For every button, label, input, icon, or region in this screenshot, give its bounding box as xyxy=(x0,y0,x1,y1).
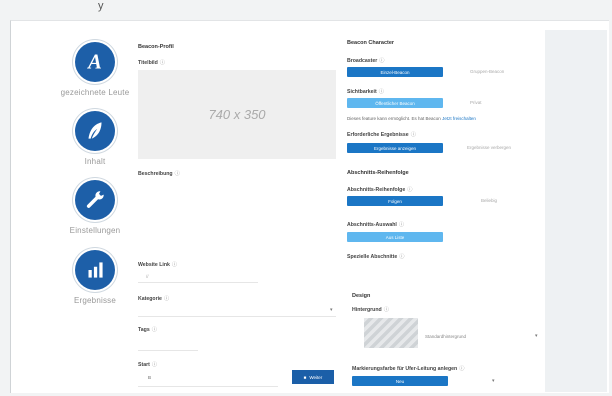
sidebar-item-results[interactable]: Ergebnisse xyxy=(45,250,145,305)
special-sections-label: Spezielle Abschnitte ⓘ xyxy=(347,254,405,260)
hide-results-option[interactable]: Ergebnisse verbergen xyxy=(467,145,511,150)
save-icon: ■ xyxy=(303,374,307,380)
order-follow-button[interactable]: Folgen xyxy=(347,196,443,206)
broadcast-label: Broadcaster ⓘ xyxy=(347,58,385,64)
sidebar-item-label: Inhalt xyxy=(84,157,106,166)
help-icon: ⓘ xyxy=(459,366,465,372)
order-any-option[interactable]: Beliebig xyxy=(481,198,497,203)
sidebar-item-people[interactable]: A gezeichnete Leute xyxy=(45,42,145,97)
sequence-section-title: Abschnitts-Reihenfolge xyxy=(347,170,409,176)
website-label: Website Link ⓘ xyxy=(138,262,178,268)
visibility-hint: Dieses feature kann ermöglicht. Es hat B… xyxy=(347,116,476,121)
website-underline xyxy=(138,282,258,283)
help-icon: ⓘ xyxy=(399,254,405,260)
website-input[interactable]: // xyxy=(146,274,149,279)
visibility-public-button[interactable]: Öffentlicher Beacon xyxy=(347,98,443,108)
start-input[interactable]: B xyxy=(148,375,151,380)
sidebar-item-content[interactable]: Inhalt xyxy=(45,111,145,166)
chevron-down-icon: ▾ xyxy=(492,378,495,384)
bar-chart-icon xyxy=(75,250,115,290)
design-section-title: Design xyxy=(352,293,371,299)
sidebar-item-settings[interactable]: Einstellungen xyxy=(45,180,145,235)
help-icon: ⓘ xyxy=(407,187,413,193)
reach-label: Erforderliche Ergebnisse ⓘ xyxy=(347,132,416,138)
help-icon: ⓘ xyxy=(383,307,389,313)
help-icon: ⓘ xyxy=(163,296,170,302)
help-icon: ⓘ xyxy=(410,132,416,138)
show-results-button[interactable]: Ergebnisse anzeigen xyxy=(347,143,443,153)
new-color-button[interactable]: Neu xyxy=(352,376,448,386)
broadcast-group-option[interactable]: Gruppen-Beacon xyxy=(470,69,504,74)
chevron-down-icon: ▾ xyxy=(535,333,538,339)
tags-input[interactable] xyxy=(138,350,198,351)
help-icon: ⓘ xyxy=(378,89,384,95)
tags-label: Tags ⓘ xyxy=(138,327,157,333)
description-label: Beschreibung ⓘ xyxy=(138,171,180,177)
profile-section-title: Beacon-Profil xyxy=(138,44,174,50)
title-image-label: Titelbild ⓘ xyxy=(138,60,165,66)
from-list-button[interactable]: Aus Liste xyxy=(347,232,443,242)
broadcast-single-button[interactable]: Einzel-Beacon xyxy=(347,67,443,77)
chevron-down-icon: ▾ xyxy=(330,307,333,313)
letter-a-icon: A xyxy=(75,42,115,82)
category-select[interactable] xyxy=(138,316,336,317)
help-icon: ⓘ xyxy=(379,58,385,64)
help-icon: ⓘ xyxy=(151,327,157,333)
unlock-link[interactable]: Jetzt freischalten xyxy=(442,116,476,121)
top-caption: y xyxy=(98,0,104,12)
help-icon: ⓘ xyxy=(171,262,178,268)
visibility-label: Sichtbarkeit ⓘ xyxy=(347,89,384,95)
visibility-private-option[interactable]: Privat xyxy=(470,100,482,105)
help-icon: ⓘ xyxy=(151,362,158,368)
description-textarea[interactable] xyxy=(138,180,336,250)
order-label: Abschnitts-Reihenfolge ⓘ xyxy=(347,187,413,193)
right-panel-strip xyxy=(545,30,607,392)
feather-icon xyxy=(75,111,115,151)
help-icon: ⓘ xyxy=(159,60,165,66)
start-underline xyxy=(138,386,278,387)
sidebar-item-label: gezeichnete Leute xyxy=(60,88,130,97)
background-select[interactable]: Standardhintergrund xyxy=(425,334,466,339)
background-label: Hintergrund ⓘ xyxy=(352,307,389,313)
wrench-icon xyxy=(75,180,115,220)
title-image-upload[interactable]: 740 x 350 xyxy=(138,70,336,159)
category-label: Kategorie ⓘ xyxy=(138,296,170,302)
selection-label: Abschnitts-Auswahl ⓘ xyxy=(347,222,405,228)
help-icon: ⓘ xyxy=(174,171,180,177)
save-button[interactable]: ■ Weiter xyxy=(292,370,334,384)
svg-text:A: A xyxy=(86,52,102,74)
bar-color-label: Markierungsfarbe für Ufer-Leitung anlege… xyxy=(352,366,465,372)
sidebar-item-label: Einstellungen xyxy=(69,226,121,235)
character-section-title: Beacon Character xyxy=(347,40,395,46)
sidebar-item-label: Ergebnisse xyxy=(73,296,117,305)
background-thumbnail[interactable] xyxy=(364,318,418,348)
help-icon: ⓘ xyxy=(398,222,405,228)
start-label: Start ⓘ xyxy=(138,362,158,368)
image-size-placeholder: 740 x 350 xyxy=(208,107,266,122)
